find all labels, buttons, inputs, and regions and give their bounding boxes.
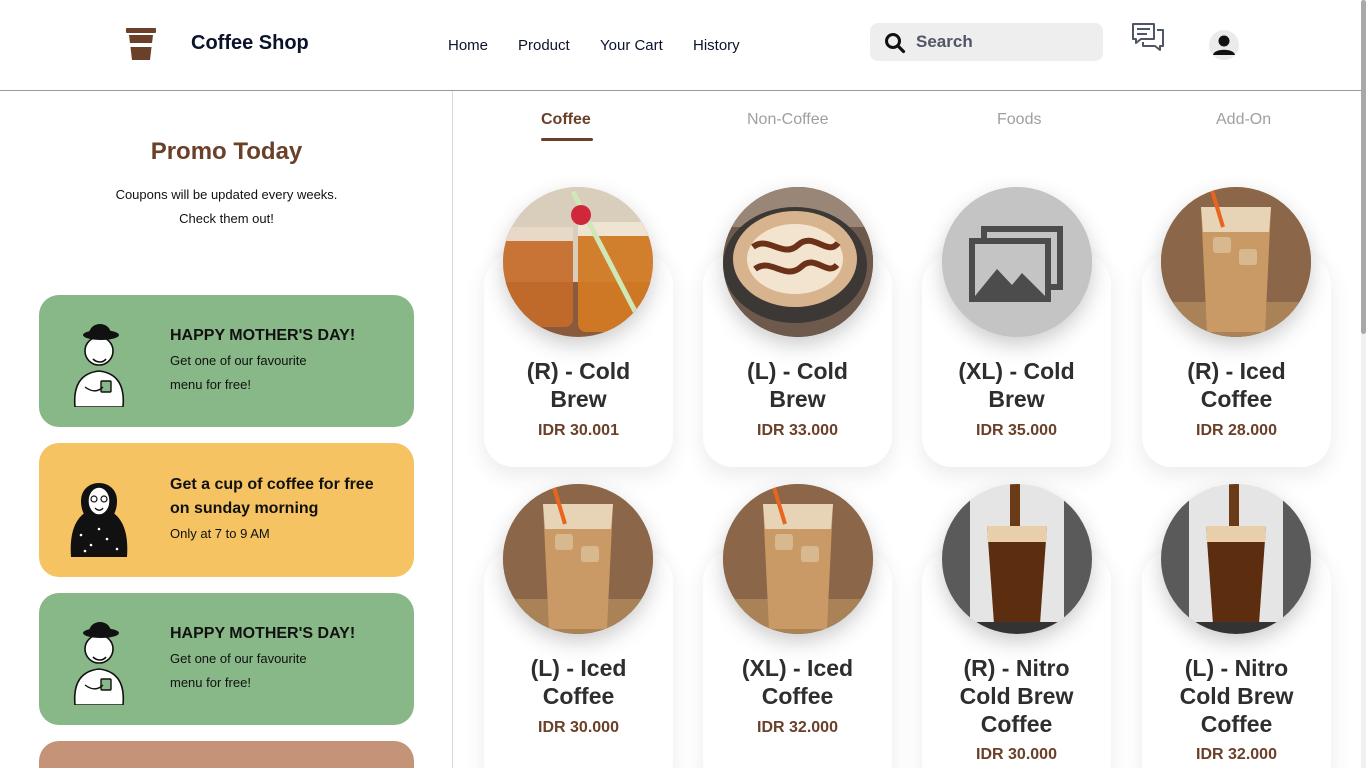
product-name-line1: (L) - Nitro (1184, 655, 1289, 681)
tab-coffee[interactable]: Coffee (541, 111, 591, 129)
nav-history[interactable]: History (693, 37, 740, 54)
product-price: IDR 30.000 (538, 719, 619, 736)
tab-foods[interactable]: Foods (997, 111, 1041, 129)
nav-product[interactable]: Product (518, 37, 570, 54)
product-name-line3: Coffee (980, 711, 1053, 737)
product-image-iced-coffee[interactable] (1161, 187, 1311, 337)
iced-tea-jars-image-icon (503, 187, 653, 337)
nav-your-cart[interactable]: Your Cart (600, 37, 663, 54)
product-name-line1: (L) - Iced (530, 655, 627, 681)
product-image-latte[interactable] (723, 187, 873, 337)
nav-home[interactable]: Home (448, 37, 488, 54)
iced-coffee-image-icon (723, 484, 873, 634)
product-name-line2: Coffee (1200, 386, 1273, 412)
user-profile-icon[interactable] (1209, 30, 1239, 60)
product-price: IDR 32.000 (757, 719, 838, 736)
search-bar[interactable] (870, 23, 1103, 61)
product-price: IDR 28.000 (1196, 422, 1277, 439)
brand-name[interactable]: Coffee Shop (191, 32, 309, 55)
top-header: Coffee Shop Home Product Your Cart Histo… (0, 0, 1361, 91)
product-price: IDR 30.001 (538, 422, 619, 439)
promo-subtitle-line1: Coupons will be updated every weeks. (115, 187, 338, 202)
product-image-iced-coffee[interactable] (503, 484, 653, 634)
product-image-nitro[interactable] (942, 484, 1092, 634)
coupon-card-partial[interactable] (39, 741, 414, 768)
woman-hijab-illustration-icon (70, 483, 128, 557)
active-tab-underline (541, 138, 593, 141)
search-icon (885, 33, 906, 54)
product-price: IDR 30.000 (976, 746, 1057, 763)
product-name-line1: (XL) - Iced (741, 655, 854, 681)
product-name-line2: Coffee (761, 683, 834, 709)
product-price: IDR 32.000 (1196, 746, 1277, 763)
product-name-line1: (R) - Iced (1187, 358, 1286, 384)
product-name-line3: Coffee (1200, 711, 1273, 737)
iced-coffee-image-icon (503, 484, 653, 634)
coupon-title: HAPPY MOTHER'S DAY! (170, 327, 356, 344)
coupon-desc: Only at 7 to 9 AM (170, 526, 270, 541)
search-input[interactable] (916, 23, 1096, 61)
scrollbar-thumb[interactable] (1361, 0, 1366, 334)
product-name-line1: (R) - Cold (526, 358, 631, 384)
product-image-iced-coffee[interactable] (723, 484, 873, 634)
product-name-line1: (XL) - Cold (958, 358, 1075, 384)
product-name-line2: Coffee (542, 683, 615, 709)
nitro-pour-image-icon (942, 484, 1092, 634)
coupon-title-line2: on sunday morning (170, 500, 319, 517)
promo-sidebar: Promo Today Coupons will be updated ever… (0, 91, 453, 768)
product-image-placeholder[interactable] (942, 187, 1092, 337)
product-name-line2: Brew (550, 386, 607, 412)
coupon-card-mothers-day[interactable]: HAPPY MOTHER'S DAY! Get one of our favou… (39, 295, 414, 427)
product-name-line2: Brew (988, 386, 1045, 412)
promo-title: Promo Today (150, 138, 303, 165)
coupon-title-line1: Get a cup of coffee for free (170, 476, 374, 493)
latte-art-image-icon (723, 187, 873, 337)
product-name-line1: (R) - Nitro (963, 655, 1070, 681)
image-placeholder-icon (942, 187, 1092, 337)
product-name-line2: Brew (769, 386, 826, 412)
tab-add-on[interactable]: Add-On (1216, 111, 1271, 129)
coupon-desc-line1: Get one of our favourite (170, 651, 307, 666)
product-image-nitro[interactable] (1161, 484, 1311, 634)
product-price: IDR 33.000 (757, 422, 838, 439)
man-holding-cup-illustration-icon (73, 324, 125, 407)
coupon-card-sunday-coffee[interactable]: Get a cup of coffee for free on sunday m… (39, 443, 414, 577)
tab-non-coffee[interactable]: Non-Coffee (747, 111, 829, 129)
nitro-pour-image-icon (1161, 484, 1311, 634)
product-price: IDR 35.000 (976, 422, 1057, 439)
product-name-line1: (L) - Cold (747, 358, 848, 384)
coupon-desc-line1: Get one of our favourite (170, 353, 307, 368)
iced-coffee-image-icon (1161, 187, 1311, 337)
coupon-desc-line2: menu for free! (170, 675, 251, 690)
product-name-line2: Cold Brew (959, 683, 1074, 709)
coupon-card-mothers-day-2[interactable]: HAPPY MOTHER'S DAY! Get one of our favou… (39, 593, 414, 725)
promo-subtitle-line2: Check them out! (179, 211, 274, 226)
man-holding-cup-illustration-icon (73, 622, 125, 705)
coupon-desc-line2: menu for free! (170, 377, 251, 392)
coffee-cup-logo-icon[interactable] (124, 26, 158, 62)
user-icon (1213, 35, 1235, 55)
product-name-line2: Cold Brew (1179, 683, 1294, 709)
chat-icon[interactable] (1131, 22, 1165, 54)
coupon-title: HAPPY MOTHER'S DAY! (170, 625, 356, 642)
product-image-iced-tea[interactable] (503, 187, 653, 337)
